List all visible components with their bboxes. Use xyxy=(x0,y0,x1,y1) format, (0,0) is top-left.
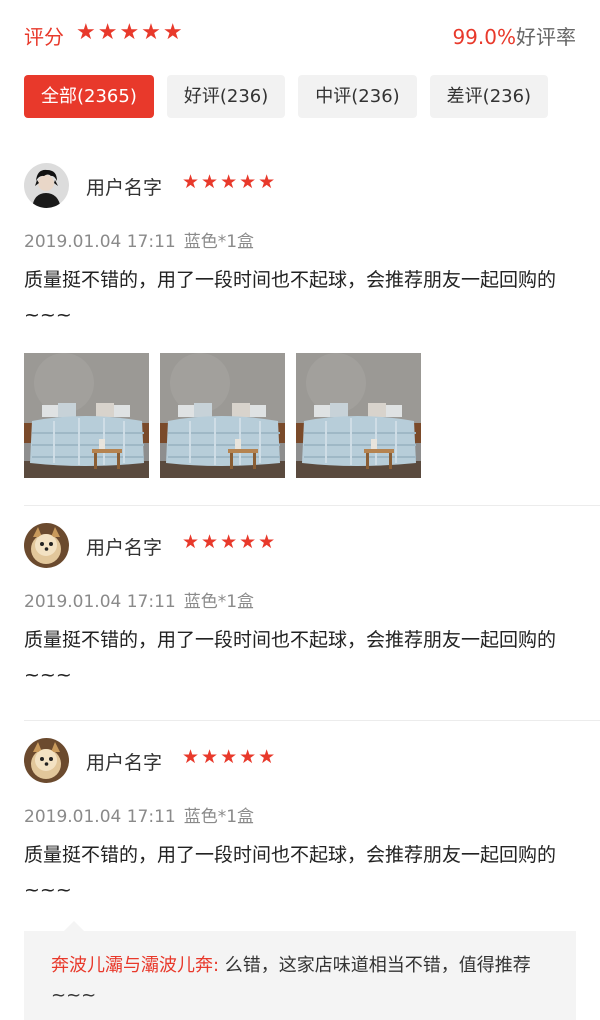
review-datetime: 2019.01.04 17:11 xyxy=(24,592,176,612)
user-name: 用户名字 xyxy=(86,177,163,199)
review-content: 质量挺不错的，用了一段时间也不起球，会推荐朋友一起回购的~~~ xyxy=(24,629,557,686)
review-stars: ★★★★★ xyxy=(182,531,278,553)
review-meta: 2019.01.04 17:11 蓝色*1盒 xyxy=(24,802,254,827)
score-label: 评分 xyxy=(24,25,64,49)
review-stars: ★★★★★ xyxy=(182,171,278,193)
review-datetime: 2019.01.04 17:11 xyxy=(24,807,176,827)
review-sku: 蓝色*1盒 xyxy=(183,807,255,827)
review-datetime: 2019.01.04 17:11 xyxy=(24,232,176,252)
review-item: 用户名字 ★★★★★ 2019.01.04 17:11 蓝色*1盒 质量挺不错的，… xyxy=(0,163,600,503)
user-name: 用户名字 xyxy=(86,537,163,559)
good-rate-value: 99.0% xyxy=(452,25,516,49)
review-photo[interactable] xyxy=(160,353,285,478)
avatar[interactable] xyxy=(24,738,69,783)
filter-tab-neutral[interactable]: 中评(236) xyxy=(298,75,417,118)
divider xyxy=(24,720,600,721)
review-meta: 2019.01.04 17:11 蓝色*1盒 xyxy=(24,227,254,252)
review-item: 用户名字 ★★★★★ 2019.01.04 17:11 蓝色*1盒 质量挺不错的，… xyxy=(0,523,600,713)
reply-text: 奔波儿灞与灞波儿奔: 么错，这家店味道相当不错，值得推荐 ~~~ xyxy=(51,951,561,1011)
good-rate-label: 好评率 xyxy=(516,25,576,49)
filter-tab-negative[interactable]: 差评(236) xyxy=(429,75,549,118)
merchant-reply: 奔波儿灞与灞波儿奔: 么错，这家店味道相当不错，值得推荐 ~~~ xyxy=(24,921,576,1020)
review-filter-tabs: 全部(2365) 好评(236) 中评(236) 差评(236) xyxy=(24,75,549,118)
review-content: 质量挺不错的，用了一段时间也不起球，会推荐朋友一起回购的~~~ xyxy=(24,844,557,901)
score-stars: ★★★★★ xyxy=(76,20,185,45)
review-photo[interactable] xyxy=(296,353,421,478)
rating-summary: 评分 ★★★★★ 99.0%好评率 xyxy=(24,20,576,50)
review-meta: 2019.01.04 17:11 蓝色*1盒 xyxy=(24,587,254,612)
avatar[interactable] xyxy=(24,523,69,568)
reply-arrow xyxy=(64,921,84,931)
review-sku: 蓝色*1盒 xyxy=(183,592,255,612)
user-name: 用户名字 xyxy=(86,752,163,774)
avatar[interactable] xyxy=(24,163,69,208)
review-photos xyxy=(24,353,421,478)
divider xyxy=(24,505,600,506)
filter-tab-all[interactable]: 全部(2365) xyxy=(24,75,154,118)
review-sku: 蓝色*1盒 xyxy=(183,232,255,252)
review-photo[interactable] xyxy=(24,353,149,478)
reply-author: 奔波儿灞与灞波儿奔: xyxy=(51,955,220,976)
review-content: 质量挺不错的，用了一段时间也不起球，会推荐朋友一起回购的~~~ xyxy=(24,269,557,326)
review-stars: ★★★★★ xyxy=(182,746,278,768)
review-item: 用户名字 ★★★★★ 2019.01.04 17:11 蓝色*1盒 质量挺不错的，… xyxy=(0,738,600,928)
filter-tab-positive[interactable]: 好评(236) xyxy=(166,75,286,118)
good-rate: 99.0%好评率 xyxy=(452,21,576,50)
